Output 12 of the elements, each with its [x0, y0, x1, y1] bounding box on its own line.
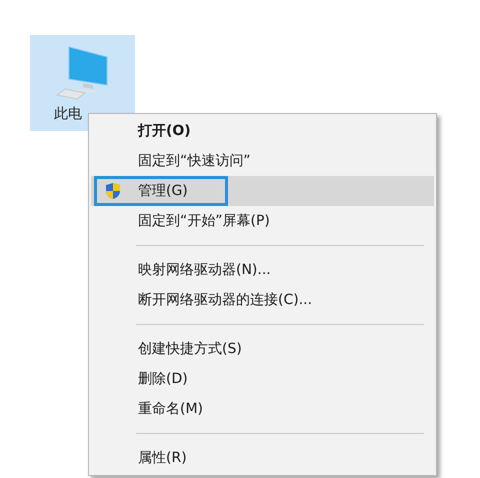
menu-item[interactable]: 映射网络驱动器(N)...: [91, 255, 434, 285]
menu-item[interactable]: 创建快捷方式(S): [91, 334, 434, 364]
menu-item[interactable]: 删除(D): [91, 364, 434, 394]
menu-item[interactable]: 固定到“快速访问”: [91, 146, 434, 176]
shield-icon: [105, 182, 121, 200]
icon-label: 此电: [54, 105, 82, 123]
desktop-icon-tile[interactable]: 此电: [30, 35, 135, 131]
menu-item[interactable]: 管理(G): [91, 176, 434, 206]
menu-item[interactable]: 断开网络驱动器的连接(C)...: [91, 285, 434, 315]
menu-item[interactable]: 属性(R): [91, 443, 434, 473]
menu-item[interactable]: 固定到“开始”屏幕(P): [91, 206, 434, 236]
menu-item[interactable]: 重命名(M): [91, 394, 434, 424]
